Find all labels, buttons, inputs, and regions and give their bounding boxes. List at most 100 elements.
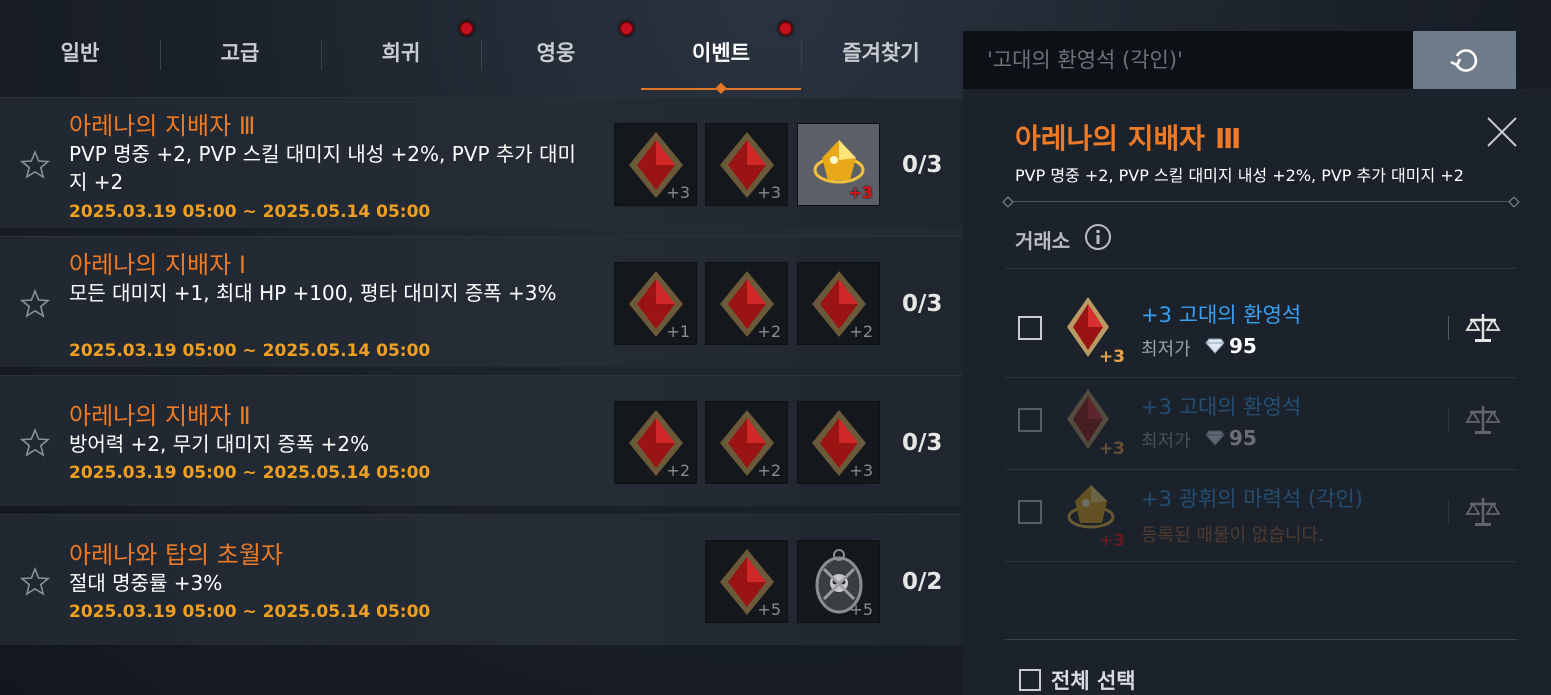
notification-dot xyxy=(619,21,634,36)
refresh-icon xyxy=(1449,49,1477,72)
enchant-level: +5 xyxy=(757,600,781,619)
item-title: 아레나의 지배자 Ⅱ xyxy=(69,402,251,430)
tab-label: 희귀 xyxy=(381,41,421,65)
divider xyxy=(1005,561,1517,562)
item-period: 2025.03.19 05:00 ~ 2025.05.14 05:00 xyxy=(69,202,431,222)
ornament-divider xyxy=(1007,201,1515,202)
enchant-level: +2 xyxy=(757,461,781,480)
item-description: 방어력 +2, 무기 대미지 증폭 +2% xyxy=(69,432,370,456)
item-checkbox[interactable] xyxy=(1018,500,1042,524)
favorite-star-icon[interactable] xyxy=(20,428,50,458)
item-checkbox[interactable] xyxy=(1018,408,1042,432)
lowest-price-label: 최저가 xyxy=(1141,339,1191,360)
tab-label: 고급 xyxy=(220,41,260,65)
tab-favorites[interactable]: 즐겨찾기 xyxy=(801,36,961,90)
price: 95 xyxy=(1205,426,1257,450)
enchant-level: +3 xyxy=(1098,439,1125,459)
tab-event[interactable]: 이벤트 xyxy=(641,36,801,94)
enchant-level: +3 xyxy=(1098,347,1125,367)
tab-advanced[interactable]: 고급 xyxy=(160,36,320,90)
item-title: 아레나의 지배자 Ⅰ xyxy=(69,251,246,279)
item-checkbox[interactable] xyxy=(1018,316,1042,340)
enchant-level: +2 xyxy=(757,322,781,341)
divider xyxy=(1005,268,1517,269)
market-item[interactable]: +3 +3 광휘의 마력석 (각인) 등록된 매물이 없습니다. xyxy=(1005,469,1517,561)
enchant-level: +3 xyxy=(849,461,873,480)
panel-description: PVP 명중 +2, PVP 스킬 대미지 내성 +2%, PVP 추가 대미지… xyxy=(1015,166,1464,185)
item-name: +3 광휘의 마력석 (각인) xyxy=(1141,487,1363,511)
item-icon-wrap: +3 xyxy=(1065,295,1125,367)
enchant-level: +3 xyxy=(1098,531,1125,551)
lowest-price-label: 최저가 xyxy=(1141,431,1191,452)
panel-title: 아레나의 지배자 Ⅲ xyxy=(1015,122,1242,155)
tab-label: 이벤트 xyxy=(692,41,750,65)
item-description: 모든 대미지 +1, 최대 HP +100, 평타 대미지 증폭 +3% xyxy=(69,281,557,305)
collection-count: 0/3 xyxy=(902,291,943,317)
item-title: 아레나와 탑의 초월자 xyxy=(69,541,283,569)
divider xyxy=(1005,639,1517,640)
scale-icon[interactable] xyxy=(1465,495,1501,529)
search-value: '고대의 환영석 (각인)' xyxy=(987,48,1183,72)
notification-dot xyxy=(778,21,793,36)
item-name: +3 고대의 환영석 xyxy=(1141,303,1302,327)
material-slot[interactable]: +2 xyxy=(705,401,788,484)
price: 95 xyxy=(1205,334,1257,358)
diamond-icon xyxy=(1205,338,1225,354)
collection-count: 0/3 xyxy=(902,152,943,178)
info-icon[interactable] xyxy=(1084,223,1112,251)
favorite-star-icon[interactable] xyxy=(20,289,50,319)
market-item[interactable]: +3 +3 고대의 환영석 최저가 95 xyxy=(1005,285,1517,377)
tab-label: 영웅 xyxy=(536,41,576,65)
list-item[interactable]: 아레나와 탑의 초월자 절대 명중률 +3% 2025.03.19 05:00 … xyxy=(0,514,963,645)
category-tabs: 일반 고급 희귀 영웅 이벤트 즐겨찾기 xyxy=(0,0,963,94)
refresh-button[interactable] xyxy=(1413,31,1516,89)
select-all-checkbox[interactable]: 전체 선택 xyxy=(1019,665,1136,695)
material-slot[interactable]: +5 xyxy=(797,540,880,623)
diamond-icon xyxy=(1205,430,1225,446)
list-item[interactable]: 아레나의 지배자 Ⅰ 모든 대미지 +1, 최대 HP +100, 평타 대미지… xyxy=(0,236,963,367)
no-listing-text: 등록된 매물이 없습니다. xyxy=(1141,525,1324,546)
material-slot[interactable]: +2 xyxy=(797,262,880,345)
scale-icon[interactable] xyxy=(1465,311,1501,345)
tab-label: 즐겨찾기 xyxy=(842,41,920,65)
enchant-level: +3 xyxy=(666,183,690,202)
active-tab-caret xyxy=(715,82,727,94)
material-slot[interactable]: +3 xyxy=(797,123,880,206)
item-name: +3 고대의 환영석 xyxy=(1141,395,1302,419)
material-slot[interactable]: +5 xyxy=(705,540,788,623)
enchant-level: +3 xyxy=(848,183,873,202)
notification-dot xyxy=(459,21,474,36)
tab-label: 일반 xyxy=(60,41,100,65)
material-slot[interactable]: +2 xyxy=(705,262,788,345)
search-input[interactable]: '고대의 환영석 (각인)' xyxy=(963,31,1413,89)
material-slot[interactable]: +3 xyxy=(797,401,880,484)
material-slot[interactable]: +1 xyxy=(614,262,697,345)
tab-rare[interactable]: 희귀 xyxy=(321,36,481,90)
close-icon[interactable] xyxy=(1485,115,1519,149)
vertical-separator xyxy=(1448,408,1449,432)
item-icon-wrap: +3 xyxy=(1065,387,1125,459)
scale-icon[interactable] xyxy=(1465,403,1501,437)
favorite-star-icon[interactable] xyxy=(20,567,50,597)
market-item[interactable]: +3 +3 고대의 환영석 최저가 95 xyxy=(1005,377,1517,469)
item-period: 2025.03.19 05:00 ~ 2025.05.14 05:00 xyxy=(69,341,431,361)
price-value: 95 xyxy=(1229,334,1257,358)
enchant-level: +2 xyxy=(849,322,873,341)
collection-count: 0/3 xyxy=(902,430,943,456)
material-slot[interactable]: +2 xyxy=(614,401,697,484)
item-period: 2025.03.19 05:00 ~ 2025.05.14 05:00 xyxy=(69,463,431,483)
vertical-separator xyxy=(1448,500,1449,524)
enchant-level: +3 xyxy=(757,183,781,202)
enchant-level: +2 xyxy=(666,461,690,480)
list-item[interactable]: 아레나의 지배자 Ⅱ 방어력 +2, 무기 대미지 증폭 +2% 2025.03… xyxy=(0,375,963,506)
material-slot[interactable]: +3 xyxy=(705,123,788,206)
price-value: 95 xyxy=(1229,426,1257,450)
tab-normal[interactable]: 일반 xyxy=(0,36,160,90)
enchant-level: +1 xyxy=(666,322,690,341)
vertical-separator xyxy=(1448,316,1449,340)
market-label: 거래소 xyxy=(1015,229,1071,253)
material-slot[interactable]: +3 xyxy=(614,123,697,206)
favorite-star-icon[interactable] xyxy=(20,150,50,180)
tab-hero[interactable]: 영웅 xyxy=(476,36,636,90)
list-item[interactable]: 아레나의 지배자 Ⅲ PVP 명중 +2, PVP 스킬 대미지 내성 +2%,… xyxy=(0,97,963,228)
